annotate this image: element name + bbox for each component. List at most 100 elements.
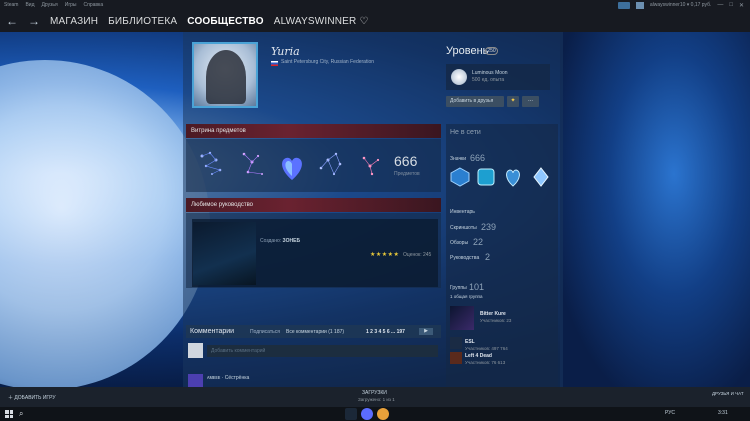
windows-start-icon[interactable] (5, 410, 13, 418)
reviews-link[interactable]: Обзоры (450, 240, 468, 246)
group-avatar[interactable] (450, 306, 474, 330)
heart-item-icon[interactable] (276, 152, 308, 184)
guide-thumbnail[interactable] (193, 222, 256, 285)
add-game-label: ДОБАВИТЬ ИГРУ (14, 395, 56, 401)
subscribe-link[interactable]: Подписаться (250, 329, 286, 335)
forward-arrow-icon[interactable]: → (28, 10, 40, 32)
badge-icon[interactable] (503, 167, 523, 187)
nav-community[interactable]: СООБЩЕСТВО (187, 16, 263, 27)
group-name[interactable]: Bitter Kure (480, 311, 506, 317)
group-name[interactable]: ESL (465, 339, 475, 345)
award-button[interactable]: ✦ (507, 96, 519, 107)
groups-count[interactable]: 101 (469, 282, 484, 292)
back-arrow-icon[interactable]: ← (6, 10, 18, 32)
nav-bar: ← → МАГАЗИН БИБЛИОТЕКА СООБЩЕСТВО ALWAYS… (0, 10, 750, 32)
avatar-figure (206, 50, 246, 104)
maximize-icon[interactable]: □ (729, 2, 733, 8)
group-members: Участников: 497 764 (465, 346, 508, 351)
downloads-title[interactable]: ЗАГРУЗКИ (362, 390, 387, 396)
view-all-comments-link[interactable]: Все комментарии (1 187) (286, 329, 366, 335)
next-page-button[interactable]: ▶ (419, 328, 433, 335)
constellation-item-icon[interactable] (236, 148, 268, 180)
background-clouds (560, 32, 750, 387)
nav-store[interactable]: МАГАЗИН (50, 16, 98, 27)
constellation-item-icon[interactable] (356, 148, 388, 180)
account-avatar[interactable] (635, 1, 644, 9)
more-actions-button[interactable]: ... (522, 96, 539, 107)
my-avatar (188, 343, 203, 358)
online-status: Не в сети (450, 129, 481, 136)
search-icon[interactable]: ⌕ (19, 409, 23, 419)
common-groups[interactable]: 1 общая группа (450, 294, 482, 299)
group-members: Участников: 76 613 (465, 360, 506, 365)
featured-badge-title: Luminous Moon (472, 70, 508, 76)
guides-link[interactable]: Руководства (450, 255, 479, 261)
add-friend-button[interactable]: Добавить в друзья (446, 96, 504, 107)
menu-view[interactable]: Вид (25, 0, 34, 10)
level-label: Уровень (446, 45, 489, 57)
level-badge[interactable]: 250 (485, 47, 498, 55)
favorite-guide-header: Любимое руководство (186, 198, 441, 212)
screenshots-count[interactable]: 239 (481, 222, 496, 232)
guide-author-prefix: Создано: (260, 238, 282, 244)
notifications-icon[interactable] (617, 1, 630, 9)
add-game-button[interactable]: ＋ ДОБАВИТЬ ИГРУ (8, 394, 56, 401)
constellation-item-icon[interactable] (196, 148, 228, 180)
screenshots-link[interactable]: Скриншоты (450, 225, 477, 231)
featured-badge[interactable]: Luminous Moon 500 ед. опыта (446, 64, 550, 90)
guides-count[interactable]: 2 (485, 252, 490, 262)
commenter-avatar[interactable] (188, 374, 203, 387)
item-count: 666 (394, 153, 418, 169)
group-name[interactable]: Left 4 Dead (465, 353, 492, 359)
menu-steam[interactable]: Steam (4, 0, 18, 10)
badge-icon[interactable] (476, 167, 496, 187)
comment-input[interactable]: Добавить комментарий (207, 345, 438, 357)
commenter-name[interactable]: ᴀᴍᴇᴇᴇ · Сёстрёнка (207, 375, 249, 381)
group-avatar[interactable] (450, 352, 462, 364)
featured-badge-xp: 500 ед. опыта (472, 77, 505, 83)
close-icon[interactable]: ✕ (739, 2, 744, 9)
groups-link[interactable]: Группы (450, 285, 467, 291)
profile-username: Yuria (271, 45, 300, 58)
menu-games[interactable]: Игры (65, 0, 77, 10)
minimize-icon[interactable]: — (717, 2, 723, 8)
guide-author: Создано: ЗОНЕБ (260, 238, 300, 244)
comments-pagination[interactable]: 1 2 3 4 5 6 ... 197 (366, 329, 419, 335)
language-indicator[interactable]: РУС (665, 410, 675, 416)
comments-title: Комментарии (190, 328, 235, 335)
group-avatar[interactable] (450, 337, 462, 349)
nav-library[interactable]: БИБЛИОТЕКА (108, 16, 177, 27)
badges-link[interactable]: Значки (450, 156, 466, 162)
group-members: Участников: 23 (480, 318, 512, 323)
badge-icon[interactable] (531, 167, 551, 187)
comment-compose: Добавить комментарий (188, 343, 438, 359)
steam-taskbar-icon[interactable] (345, 408, 357, 420)
steam-window: Steam Вид Друзья Игры Справка alwayswinn… (0, 0, 750, 421)
account-menu[interactable]: alwayswinner10 ▾ 0,17 руб. (650, 2, 712, 8)
comments-header: Комментарии Подписаться Все комментарии … (186, 325, 441, 338)
windows-taskbar (0, 407, 750, 421)
profile-avatar[interactable] (192, 42, 258, 108)
constellation-item-icon[interactable] (316, 148, 348, 180)
discord-taskbar-icon[interactable] (361, 408, 373, 420)
item-count-label: Предметов (394, 171, 420, 177)
guide-stars: ★★★★★ (370, 252, 400, 258)
guide-author-name[interactable]: ЗОНЕБ (283, 238, 301, 244)
badge-icon[interactable] (450, 167, 470, 187)
badges-count[interactable]: 666 (470, 153, 485, 163)
plus-icon: ＋ (8, 395, 14, 401)
moon-badge-icon (451, 69, 467, 85)
inventory-link[interactable]: Инвентарь (450, 209, 475, 215)
window-controls: alwayswinner10 ▾ 0,17 руб. — □ ✕ (617, 0, 750, 10)
clock[interactable]: 3:31 (718, 410, 728, 416)
nav-profile[interactable]: ALWAYSWINNER ♡ (274, 16, 369, 27)
downloads-status: Загружено: 1 из 1 (358, 397, 395, 402)
browser-taskbar-icon[interactable] (377, 408, 389, 420)
friends-chat-button[interactable]: ДРУЗЬЯ И ЧАТ (712, 391, 744, 396)
menu-help[interactable]: Справка (84, 0, 104, 10)
guide-rating: Оценок: 245 (403, 252, 432, 258)
menu-friends[interactable]: Друзья (42, 0, 58, 10)
russia-flag-icon (271, 61, 278, 66)
item-showcase-header: Витрина предметов (186, 124, 441, 138)
reviews-count[interactable]: 22 (473, 237, 483, 247)
